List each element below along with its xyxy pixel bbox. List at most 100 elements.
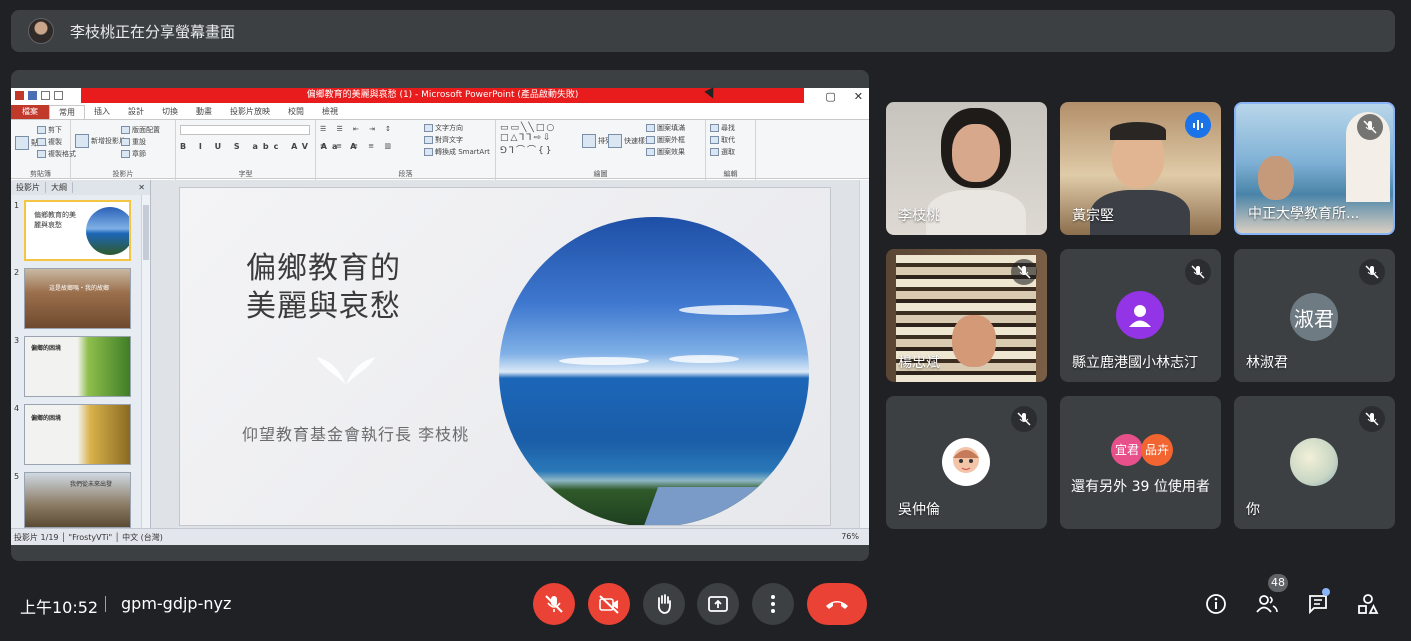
mic-off-icon bbox=[1359, 259, 1385, 285]
slide-scrollbar[interactable] bbox=[859, 180, 869, 528]
slide-thumbnail[interactable]: 偏鄉的困境 bbox=[24, 404, 131, 465]
tab-slideshow[interactable]: 投影片放映 bbox=[221, 105, 279, 119]
tab-file[interactable]: 檔案 bbox=[11, 105, 49, 119]
slide-thumbnail[interactable]: 偏鄉教育的美麗與哀愁 bbox=[24, 200, 131, 261]
layout-button[interactable]: 版面配置 bbox=[121, 125, 160, 135]
avatar-chip: 宜君 bbox=[1111, 434, 1143, 466]
participant-tile[interactable]: 縣立鹿港國小林志汀 bbox=[1060, 249, 1221, 382]
find-button[interactable]: 尋找 bbox=[710, 123, 735, 133]
raise-hand-button[interactable] bbox=[643, 583, 685, 625]
group-clipboard: 貼上 剪下 複製 複製格式 剪貼簿 bbox=[11, 120, 76, 180]
restore-icon[interactable]: ▢ bbox=[825, 90, 835, 103]
reset-button[interactable]: 重設 bbox=[121, 137, 146, 147]
hang-up-icon bbox=[826, 601, 848, 609]
slide-thumbnail[interactable]: 我們從未來出發 bbox=[24, 472, 131, 528]
participant-tile[interactable]: 中正大學教育所... bbox=[1234, 102, 1395, 235]
close-icon[interactable]: ✕ bbox=[854, 90, 863, 103]
save-icon[interactable] bbox=[28, 91, 37, 100]
cut-button[interactable]: 剪下 bbox=[37, 125, 62, 135]
close-panel-icon[interactable]: ✕ bbox=[133, 183, 150, 192]
window-buttons[interactable]: ▢ ✕ bbox=[825, 90, 863, 103]
smartart-button[interactable]: 轉換成 SmartArt bbox=[424, 147, 490, 157]
undo-icon[interactable] bbox=[41, 91, 50, 100]
pp-titlebar: 偏鄉教育的美麗與哀愁 (1) - Microsoft PowerPoint (產… bbox=[11, 87, 869, 105]
group-font: B I U S abc AV Aa A 字型 bbox=[176, 120, 356, 180]
panel-tabs: 投影片 大綱 ✕ bbox=[11, 180, 150, 195]
quick-access-toolbar[interactable] bbox=[15, 91, 63, 100]
mic-toggle-button[interactable] bbox=[533, 583, 575, 625]
current-slide[interactable]: 偏鄉教育的 美麗與哀愁 仰望教育基金會執行長 李枝桃 bbox=[179, 187, 831, 526]
select-button[interactable]: 選取 bbox=[710, 147, 735, 157]
tab-insert[interactable]: 插入 bbox=[85, 105, 119, 119]
shape-fill-button[interactable]: 圖案填滿 bbox=[646, 123, 685, 133]
tab-transitions[interactable]: 切換 bbox=[153, 105, 187, 119]
more-options-button[interactable] bbox=[752, 583, 794, 625]
thumbnails-scrollbar[interactable] bbox=[141, 195, 150, 528]
tab-animations[interactable]: 動畫 bbox=[187, 105, 221, 119]
mic-off-icon bbox=[1185, 259, 1211, 285]
participant-tile[interactable]: 楊忠斌 bbox=[886, 249, 1047, 382]
camera-off-icon bbox=[599, 595, 619, 614]
participant-tile[interactable]: 吳仲倫 bbox=[886, 396, 1047, 529]
tab-view[interactable]: 檢視 bbox=[313, 105, 347, 119]
section-button[interactable]: 章節 bbox=[121, 149, 146, 159]
others-count: 還有另外 39 位使用者 bbox=[1071, 479, 1210, 495]
list-buttons[interactable]: ☰ ☰ ⇤ ⇥ ↕ bbox=[320, 125, 395, 133]
present-button[interactable] bbox=[697, 583, 739, 625]
align-text-button[interactable]: 對齊文字 bbox=[424, 135, 463, 145]
activities-icon bbox=[1358, 594, 1379, 614]
activities-button[interactable] bbox=[1354, 590, 1382, 618]
people-button[interactable] bbox=[1253, 590, 1281, 618]
others-tile[interactable]: 宜君 品卉 還有另外 39 位使用者 bbox=[1060, 396, 1221, 529]
shape-effects-button[interactable]: 圖案效果 bbox=[646, 147, 685, 157]
leave-call-button[interactable] bbox=[807, 583, 867, 625]
shape-outline-button[interactable]: 圖案外框 bbox=[646, 135, 685, 145]
camera-toggle-button[interactable] bbox=[588, 583, 630, 625]
participant-tile[interactable]: 李枝桃 bbox=[886, 102, 1047, 235]
replace-button[interactable]: 取代 bbox=[710, 135, 735, 145]
presenter-avatar bbox=[28, 18, 54, 44]
slide-thumbnails-panel: 投影片 大綱 ✕ 1 偏鄉教育的美麗與哀愁 2 這是故鄉嗎・我的故鄉 3 偏鄉的… bbox=[11, 180, 151, 528]
self-tile[interactable]: 你 bbox=[1234, 396, 1395, 529]
mic-off-icon bbox=[1359, 406, 1385, 432]
mic-off-icon bbox=[1011, 259, 1037, 285]
thumb-number: 3 bbox=[14, 336, 20, 345]
thumb-number: 2 bbox=[14, 268, 20, 277]
slide-thumbnail[interactable]: 這是故鄉嗎・我的故鄉 bbox=[24, 268, 131, 329]
chat-notification-dot bbox=[1322, 588, 1330, 596]
speaking-indicator-icon bbox=[1185, 112, 1211, 138]
hand-icon bbox=[657, 594, 671, 614]
participant-name: 縣立鹿港國小林志汀 bbox=[1072, 355, 1198, 371]
font-name-select[interactable] bbox=[180, 125, 310, 135]
participant-name: 你 bbox=[1246, 502, 1260, 518]
chat-icon bbox=[1309, 595, 1327, 615]
presentation-banner: 李枝桃正在分享螢幕畫面 bbox=[11, 10, 1395, 52]
participant-name: 林淑君 bbox=[1246, 355, 1288, 371]
shared-screen[interactable]: 偏鄉教育的美麗與哀愁 (1) - Microsoft PowerPoint (產… bbox=[11, 70, 869, 561]
redo-icon[interactable] bbox=[54, 91, 63, 100]
participant-tile[interactable]: 淑君 林淑君 bbox=[1234, 249, 1395, 382]
status-bar: 投影片 1/19 │ "FrostyVTi" │ 中文 (台灣) 76% bbox=[11, 528, 869, 545]
participant-tile[interactable]: 黃宗堅 bbox=[1060, 102, 1221, 235]
tab-outline[interactable]: 大綱 bbox=[46, 182, 73, 193]
text-direction-button[interactable]: 文字方向 bbox=[424, 123, 463, 133]
people-icon bbox=[1256, 595, 1278, 613]
new-slide-button[interactable]: 新增投影片 bbox=[75, 134, 126, 148]
group-label: 編輯 bbox=[723, 170, 738, 178]
group-label: 剪貼簿 bbox=[30, 170, 51, 178]
tab-slides[interactable]: 投影片 bbox=[11, 182, 46, 193]
tab-design[interactable]: 設計 bbox=[119, 105, 153, 119]
group-paragraph: ☰ ☰ ⇤ ⇥ ↕ ≡ ≡ ≡ ≡ ▥ 文字方向 對齊文字 轉換成 SmartA… bbox=[316, 120, 496, 180]
copy-button[interactable]: 複製 bbox=[37, 137, 62, 147]
shapes-gallery[interactable]: ▭▭╲╲□○ □△⅂⅂⇨⇩ ⅁⅂⌒⌒{} bbox=[500, 123, 556, 156]
slide-thumbnail[interactable]: 偏鄉的困境 bbox=[24, 336, 131, 397]
participant-name: 楊忠斌 bbox=[898, 355, 940, 371]
avatar: 淑君 bbox=[1290, 293, 1338, 341]
align-buttons[interactable]: ≡ ≡ ≡ ≡ ▥ bbox=[320, 142, 395, 150]
group-label: 投影片 bbox=[112, 170, 134, 178]
avatar-chip: 品卉 bbox=[1141, 434, 1173, 466]
meeting-info-button[interactable] bbox=[1202, 590, 1230, 618]
zoom-level[interactable]: 76% bbox=[841, 532, 859, 541]
tab-review[interactable]: 校閱 bbox=[279, 105, 313, 119]
tab-home[interactable]: 常用 bbox=[49, 105, 85, 119]
